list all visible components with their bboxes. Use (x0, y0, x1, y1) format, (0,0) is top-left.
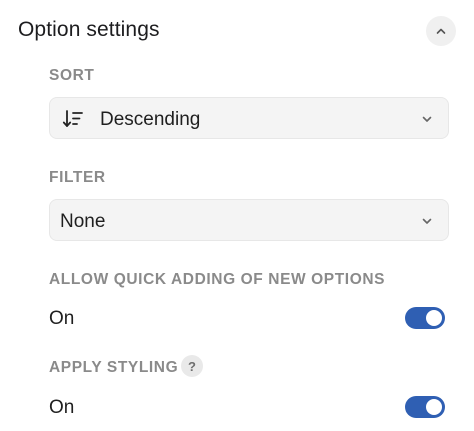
collapse-button[interactable] (426, 16, 456, 46)
toggle-knob (426, 399, 442, 415)
chevron-down-icon (422, 218, 432, 224)
chevron-down-icon (422, 116, 432, 122)
filter-label: FILTER (49, 169, 106, 186)
panel-header: Option settings (18, 16, 456, 48)
apply-styling-toggle[interactable] (405, 396, 445, 418)
sort-descending-icon (62, 110, 83, 127)
quick-add-toggle[interactable] (405, 307, 445, 329)
apply-styling-state: On (49, 397, 75, 418)
sort-select[interactable]: Descending (49, 97, 449, 139)
apply-styling-label: APPLY STYLING (49, 359, 179, 376)
quick-add-label: ALLOW QUICK ADDING OF NEW OPTIONS (49, 271, 386, 288)
chevron-up-icon (436, 28, 446, 34)
filter-select[interactable]: None (49, 199, 449, 241)
panel-title: Option settings (18, 18, 160, 41)
toggle-knob (426, 310, 442, 326)
filter-value: None (60, 211, 106, 232)
quick-add-state: On (49, 308, 75, 329)
option-settings-panel: Option settings SORT Descending FILTER N… (0, 0, 474, 431)
help-icon[interactable]: ? (181, 355, 203, 377)
sort-label: SORT (49, 67, 95, 84)
sort-value: Descending (100, 109, 201, 130)
